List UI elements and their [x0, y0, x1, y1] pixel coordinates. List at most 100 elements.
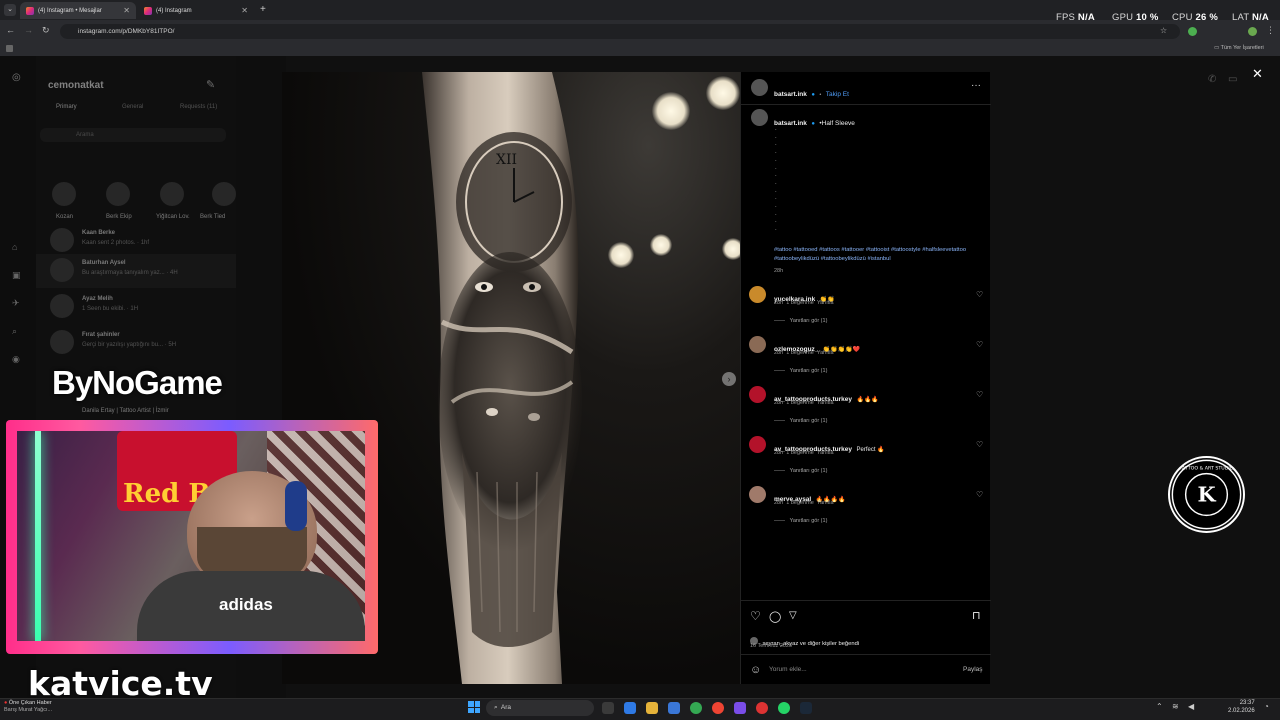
view-replies[interactable]: —— Yanıtları gör (1) [774, 418, 827, 424]
dm-search-input[interactable]: Arama [40, 128, 226, 142]
comment-icon[interactable]: ◯ [769, 610, 781, 623]
tab-primary[interactable]: Primary [56, 104, 77, 110]
story-avatar[interactable] [212, 182, 236, 206]
forward-icon[interactable]: → [24, 25, 33, 35]
reply-button[interactable]: Yanıtla [817, 450, 834, 456]
like-comment-icon[interactable]: ♡ [976, 390, 983, 399]
comment: ozlemozoguz_ 👏👏👏👏❤️ 28h 1 beğenme Yanıtl… [749, 336, 989, 380]
url-text: instagram.com/p/DMKbY81ITPO/ [78, 28, 175, 35]
story-avatar[interactable] [106, 182, 130, 206]
tab-general[interactable]: General [122, 104, 143, 110]
share-icon[interactable]: ▽ [789, 610, 797, 621]
compose-icon[interactable]: ✎ [206, 78, 215, 91]
avatar[interactable] [749, 486, 766, 503]
view-replies[interactable]: —— Yanıtları gör (1) [774, 518, 827, 524]
taskbar-search[interactable]: ⌕ Ara [486, 700, 594, 716]
comment-likes[interactable]: 1 beğenme [786, 400, 814, 406]
like-icon[interactable]: ♡ [750, 609, 761, 623]
comment-likes[interactable]: 1 beğenme [786, 350, 814, 356]
all-bookmarks[interactable]: ▭ Tüm Yer İşaretleri [1214, 45, 1264, 51]
view-replies[interactable]: —— Yanıtları gör (1) [774, 468, 827, 474]
story-avatar[interactable] [160, 182, 184, 206]
view-replies[interactable]: —— Yanıtları gör (1) [774, 368, 827, 374]
next-image-button[interactable]: › [722, 372, 736, 386]
dm-account-name[interactable]: cemonatkat [48, 80, 104, 91]
reply-button[interactable]: Yanıtla [817, 500, 834, 506]
emoji-icon[interactable]: ☺ [750, 664, 761, 676]
more-options-icon[interactable]: ··· [971, 80, 981, 91]
search-icon[interactable]: ⌕ [12, 326, 17, 337]
save-icon[interactable]: ⊓ [972, 609, 981, 622]
close-modal-button[interactable]: ✕ [1252, 66, 1263, 82]
close-icon[interactable]: ✕ [123, 6, 130, 15]
address-bar[interactable]: instagram.com/p/DMKbY81ITPO/ [60, 24, 1180, 39]
notifications-icon[interactable]: ◔ [1264, 702, 1269, 711]
reply-button[interactable]: Yanıtla [817, 400, 834, 406]
avatar[interactable] [749, 336, 766, 353]
view-replies[interactable]: —— Yanıtları gör (1) [774, 318, 827, 324]
tab-messages[interactable]: (4) Instagram • Mesajlar ✕ [20, 2, 136, 19]
comment-input[interactable]: Yorum ekle... [769, 666, 807, 673]
tab-instagram[interactable]: (4) Instagram ✕ [138, 2, 254, 19]
video-icon[interactable]: ▭ [1228, 74, 1237, 85]
like-comment-icon[interactable]: ♡ [976, 340, 983, 349]
steam-icon[interactable] [800, 702, 812, 714]
apps-icon[interactable] [6, 45, 13, 52]
reels-icon[interactable]: ▣ [12, 270, 21, 281]
post-comment-button[interactable]: Paylaş [963, 666, 983, 673]
like-comment-icon[interactable]: ♡ [976, 290, 983, 299]
whatsapp-icon[interactable] [778, 702, 790, 714]
star-icon[interactable]: ☆ [1160, 26, 1167, 35]
reply-button[interactable]: Yanıtla [817, 300, 834, 306]
tray-chevron-icon[interactable]: ⌃ [1156, 702, 1163, 711]
post-details-panel: batsart.ink ● • Takip Et ··· batsart.ink… [740, 72, 991, 684]
caption-username[interactable]: batsart.ink [774, 120, 807, 127]
avatar[interactable] [749, 286, 766, 303]
comment-likes[interactable]: 1 beğenme [786, 500, 814, 506]
reply-button[interactable]: Yanıtla [817, 350, 834, 356]
bookmarks-bar [0, 42, 1280, 56]
comment-likes[interactable]: 1 beğenme [786, 450, 814, 456]
phone-icon[interactable]: ✆ [1208, 74, 1216, 85]
like-comment-icon[interactable]: ♡ [976, 490, 983, 499]
extension-icon[interactable] [1188, 27, 1197, 36]
comment: av_tattooproducts.turkey 🔥🔥🔥 28h 1 beğen… [749, 386, 989, 430]
explorer-icon[interactable] [646, 702, 658, 714]
comment-likes[interactable]: 1 beğenme [786, 300, 814, 306]
opera-icon[interactable] [712, 702, 724, 714]
author-avatar[interactable] [751, 79, 768, 96]
explore-icon[interactable]: ◉ [12, 354, 20, 365]
like-comment-icon[interactable]: ♡ [976, 440, 983, 449]
follow-button[interactable]: Takip Et [826, 91, 849, 98]
profile-avatar[interactable] [1248, 27, 1257, 36]
conversation-name[interactable]: Danila Ertay | Tattoo Artist | İzmir [82, 408, 169, 414]
story-avatar[interactable] [52, 182, 76, 206]
tab-requests[interactable]: Requests (11) [180, 104, 217, 110]
hashtags[interactable]: #tattoo #tattooed #tattoos #tattooer #ta… [774, 246, 980, 263]
author-username[interactable]: batsart.ink [774, 91, 807, 98]
home-icon[interactable]: ⌂ [12, 242, 17, 252]
reload-icon[interactable]: ↻ [42, 25, 50, 36]
news-widget[interactable]: ● Öne Çıkan Haber Barış Murat Yağcı... [4, 700, 52, 714]
app-icon[interactable] [756, 702, 768, 714]
avatar[interactable] [749, 386, 766, 403]
discord-icon[interactable] [734, 702, 746, 714]
close-icon[interactable]: ✕ [241, 6, 248, 15]
studio-logo: K TATTOO & ART STUDIO [1168, 456, 1245, 533]
instagram-logo-icon[interactable]: ◎ [12, 72, 21, 83]
volume-icon[interactable]: ◀ [1188, 702, 1194, 711]
chrome-icon[interactable] [690, 702, 702, 714]
store-icon[interactable] [668, 702, 680, 714]
clock[interactable]: 23:37 2.02.2026 [1228, 700, 1255, 715]
new-tab-button[interactable]: + [260, 4, 266, 15]
menu-icon[interactable]: ⋮ [1266, 25, 1275, 36]
avatar[interactable] [749, 436, 766, 453]
task-view-icon[interactable] [602, 702, 614, 714]
copilot-icon[interactable] [624, 702, 636, 714]
tab-search-button[interactable]: ⌄ [4, 4, 16, 16]
wifi-icon[interactable]: ≋ [1172, 702, 1179, 711]
back-icon[interactable]: ← [6, 25, 15, 35]
messages-icon[interactable]: ✈ [12, 298, 20, 309]
author-avatar[interactable] [751, 109, 768, 126]
windows-start-icon[interactable] [468, 701, 480, 713]
